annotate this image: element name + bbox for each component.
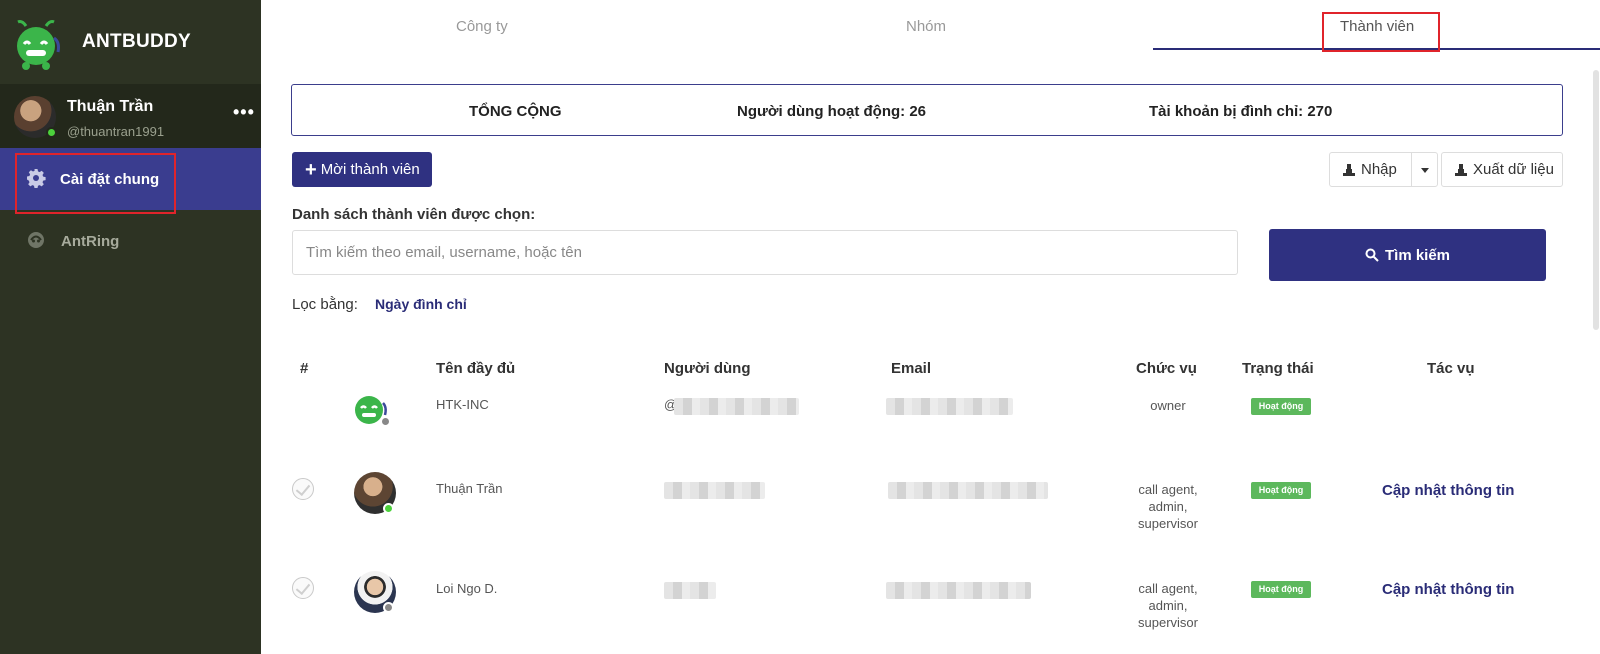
online-status-icon: [383, 503, 394, 514]
row-select-checkbox[interactable]: [292, 577, 314, 599]
search-icon: [1365, 248, 1379, 262]
offline-status-icon: [383, 602, 394, 613]
redacted-email: [886, 398, 1013, 415]
redacted-email: [886, 582, 1031, 599]
tab-group[interactable]: Nhóm: [906, 18, 946, 35]
filter-suspension-date[interactable]: Ngày đình chỉ: [375, 296, 467, 312]
member-role: call agent, admin, supervisor: [1138, 482, 1198, 531]
member-role: owner: [1150, 398, 1186, 413]
column-header-email: Email: [891, 360, 932, 377]
row-select-checkbox[interactable]: [292, 478, 314, 500]
vertical-scrollbar[interactable]: [1593, 70, 1599, 330]
import-label: Nhập: [1361, 161, 1397, 178]
import-button[interactable]: Nhập: [1329, 152, 1412, 187]
column-header-action: Tác vụ: [1427, 360, 1475, 377]
profile-name: Thuận Trần: [67, 98, 154, 115]
import-dropdown-toggle[interactable]: [1411, 152, 1438, 187]
antbuddy-logo-icon: [17, 20, 60, 70]
status-badge: Hoạt động: [1251, 482, 1311, 499]
plus-icon: +: [305, 158, 317, 181]
import-icon: [1343, 163, 1355, 176]
column-header-fullname: Tên đầy đủ: [436, 360, 516, 377]
redacted-username: [664, 482, 765, 499]
column-header-status: Trạng thái: [1242, 360, 1314, 377]
redacted-username: [674, 398, 799, 415]
sidebar-item-label: Cài đặt chung: [60, 171, 160, 188]
member-role: call agent, admin, supervisor: [1138, 581, 1198, 630]
brand[interactable]: ANTBUDDY: [0, 0, 261, 84]
invite-member-button[interactable]: + Mời thành viên: [292, 152, 432, 187]
profile-handle: @thuantran1991: [67, 124, 165, 139]
more-options-icon[interactable]: •••: [233, 102, 255, 123]
redacted-username: [664, 582, 716, 599]
status-badge: Hoạt động: [1251, 581, 1311, 598]
headset-icon: [28, 232, 44, 248]
column-header-username: Người dùng: [664, 360, 751, 377]
redacted-email: [888, 482, 1048, 499]
search-button[interactable]: Tìm kiếm: [1269, 229, 1546, 281]
filter-label: Lọc bằng:: [292, 296, 358, 313]
gear-icon: [27, 169, 46, 188]
export-label: Xuất dữ liệu: [1473, 161, 1554, 178]
app: ANTBUDDY Thuận Trần @thuantran1991 ••• C…: [0, 0, 1600, 654]
summary-suspended-accounts: Tài khoản bị đình chỉ: 270: [1149, 103, 1333, 120]
tab-company[interactable]: Công ty: [456, 18, 508, 35]
update-info-link[interactable]: Cập nhật thông tin: [1382, 581, 1514, 598]
invite-member-label: Mời thành viên: [320, 161, 420, 178]
status-badge: Hoạt động: [1251, 398, 1311, 415]
selected-members-label: Danh sách thành viên được chọn:: [292, 206, 536, 223]
sidebar-item-antring[interactable]: AntRing: [61, 233, 119, 250]
export-icon: [1455, 163, 1467, 176]
search-button-label: Tìm kiếm: [1384, 246, 1451, 264]
online-status-icon: [46, 127, 57, 138]
column-header-role: Chức vụ: [1136, 360, 1197, 377]
brand-name: ANTBUDDY: [82, 31, 192, 52]
highlight-box: [1322, 12, 1440, 52]
search-input[interactable]: [292, 230, 1238, 275]
summary-active-users: Người dùng hoạt động: 26: [737, 103, 927, 120]
offline-status-icon: [380, 416, 391, 427]
user-profile[interactable]: Thuận Trần @thuantran1991 •••: [0, 84, 261, 148]
export-button[interactable]: Xuất dữ liệu: [1441, 152, 1563, 187]
member-fullname: Loi Ngo D.: [436, 581, 498, 596]
member-fullname: Thuận Trần: [436, 481, 503, 496]
summary-total: TỔNG CỘNG: [469, 103, 562, 120]
update-info-link[interactable]: Cập nhật thông tin: [1382, 482, 1514, 499]
member-fullname: HTK-INC: [436, 397, 489, 412]
column-header-index: #: [300, 360, 309, 377]
